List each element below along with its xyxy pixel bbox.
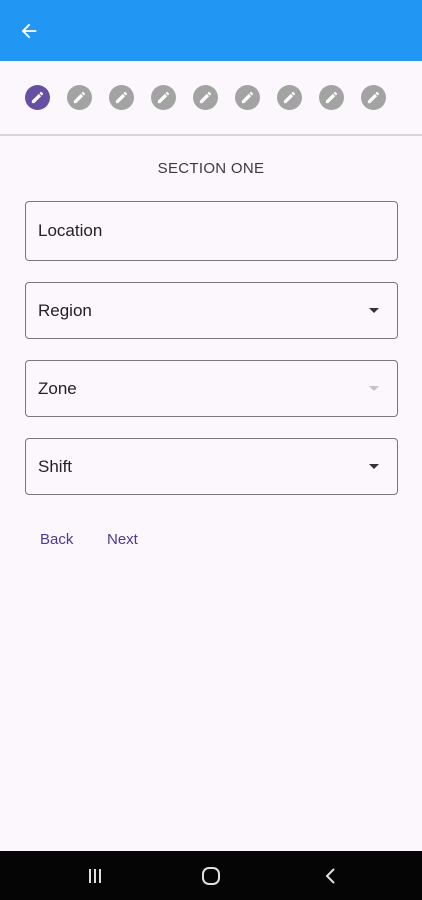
dropdown-arrow-icon	[369, 385, 379, 391]
step-8[interactable]	[319, 85, 344, 110]
pencil-icon	[325, 91, 338, 104]
app-bar	[0, 0, 422, 61]
home-icon[interactable]	[198, 863, 224, 889]
pencil-icon	[73, 91, 86, 104]
shift-dropdown[interactable]: Shift	[25, 438, 398, 495]
pencil-icon	[157, 91, 170, 104]
shift-label: Shift	[38, 456, 73, 476]
pencil-icon	[31, 91, 44, 104]
step-6[interactable]	[235, 85, 260, 110]
region-dropdown[interactable]: Region	[25, 282, 398, 339]
pencil-icon	[115, 91, 128, 104]
step-5[interactable]	[193, 85, 218, 110]
section-title: SECTION ONE	[157, 160, 265, 177]
location-label: Location	[38, 221, 103, 240]
dropdown-arrow-icon	[369, 307, 379, 313]
step-4[interactable]	[151, 85, 176, 110]
step-2[interactable]	[67, 85, 92, 110]
system-nav-bar	[0, 851, 422, 900]
step-9[interactable]	[361, 85, 386, 110]
pencil-icon	[199, 91, 212, 104]
dropdown-arrow-icon	[369, 463, 379, 469]
location-field[interactable]: Location	[25, 201, 398, 261]
arrow-left-icon[interactable]	[16, 18, 42, 44]
back-chevron-icon[interactable]	[318, 863, 344, 889]
zone-label: Zone	[38, 378, 77, 398]
next-button[interactable]: Next	[103, 529, 142, 550]
back-button[interactable]: Back	[36, 529, 77, 550]
pencil-icon	[283, 91, 296, 104]
step-3[interactable]	[109, 85, 134, 110]
stepper-divider	[0, 134, 422, 136]
step-1[interactable]	[25, 85, 50, 110]
step-7[interactable]	[277, 85, 302, 110]
zone-dropdown[interactable]: Zone	[25, 360, 398, 417]
recents-icon[interactable]	[82, 863, 108, 889]
pencil-icon	[367, 91, 380, 104]
stepper	[0, 61, 422, 134]
pencil-icon	[241, 91, 254, 104]
region-label: Region	[38, 300, 92, 320]
